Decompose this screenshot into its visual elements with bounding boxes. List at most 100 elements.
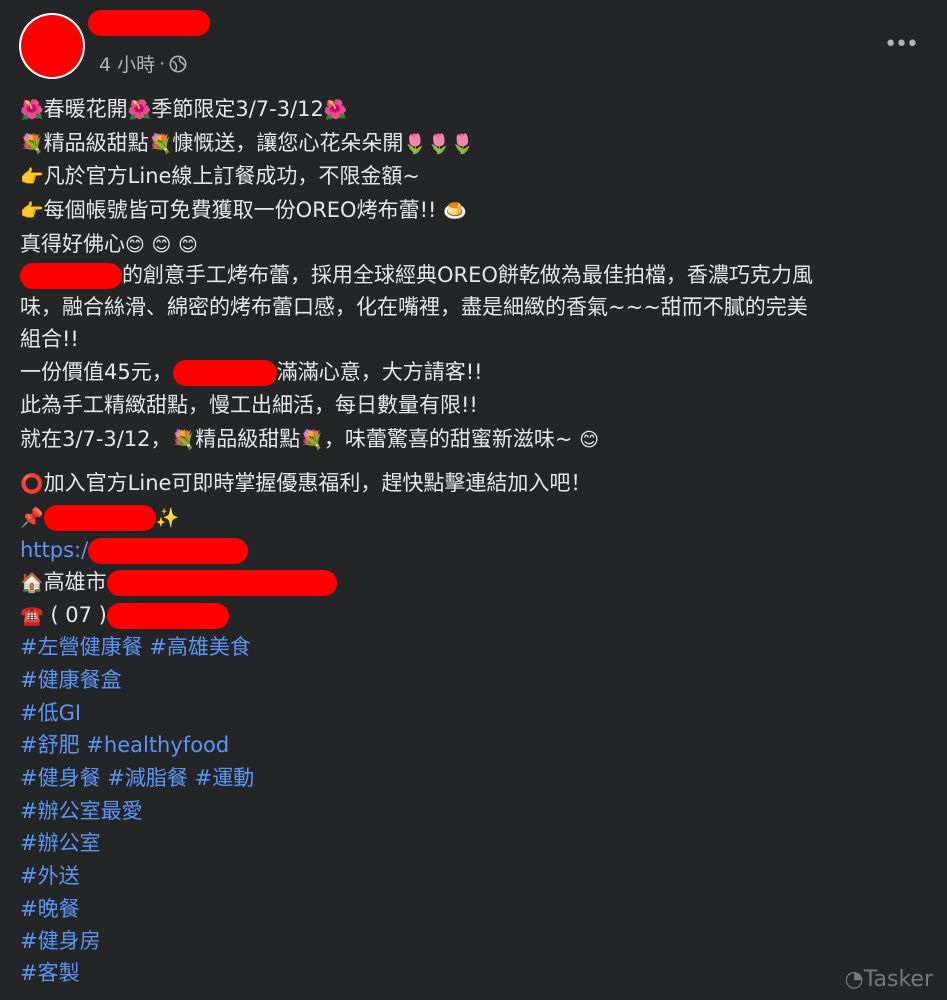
hashtag[interactable]: #晚餐 — [20, 897, 80, 921]
hashtag-line: #舒肥 #healthyfood — [20, 730, 229, 760]
hashtag[interactable]: #舒肥 — [20, 733, 80, 757]
line-text: ，味蕾驚喜的甜蜜新滋味~ — [323, 427, 573, 451]
post-meta: 4 小時 · — [99, 50, 187, 77]
post-line: 就在3/7-3/12，💐精品級甜點💐，味蕾驚喜的甜蜜新滋味~ 😊 — [20, 424, 599, 455]
hashtag[interactable]: #減脂餐 — [107, 766, 188, 790]
post-line: https:/ — [20, 535, 249, 565]
author-name-redacted[interactable] — [88, 10, 210, 36]
hashtag[interactable]: #客製 — [20, 961, 80, 985]
hashtag[interactable]: #高雄美食 — [149, 635, 251, 659]
tulip-icon: 🌷 — [427, 133, 451, 155]
hibiscus-icon: 🌺 — [127, 99, 152, 121]
phone-text: ( 07 ) — [50, 603, 107, 627]
line-text: 慷慨送，讓您心花朵朵開 — [172, 131, 404, 155]
hashtag[interactable]: #健康餐盒 — [20, 668, 122, 692]
post-line: 🌺春暖花開🌺季節限定3/7-3/12🌺 — [20, 94, 348, 125]
line-text: 凡於官方Line線上訂餐成功，不限金額~ — [43, 164, 421, 188]
hashtag-line: #健身房 — [20, 926, 101, 956]
line-text: 味，融合絲滑、綿密的烤布蕾口感，化在嘴裡，盡是細緻的香氣~~~甜而不膩的完美 — [20, 295, 808, 319]
post-line: 🏠高雄市 — [20, 567, 337, 598]
watermark-text: Tasker — [863, 967, 933, 992]
redacted-link[interactable] — [88, 538, 249, 564]
bouquet-icon: 💐 — [148, 133, 173, 155]
hashtag[interactable]: #healthyfood — [86, 733, 229, 757]
meta-separator: · — [159, 52, 166, 75]
smiling-face-icon: 😊 — [178, 234, 198, 256]
line-text: 滿滿心意，大方請客!! — [276, 360, 483, 384]
hashtag-line: #健身餐 #減脂餐 #運動 — [20, 763, 254, 793]
tulip-icon: 🌷 — [403, 133, 428, 155]
smiling-face-icon: 😊 — [579, 429, 599, 451]
line-text: 季節限定3/7-3/12 — [151, 97, 324, 121]
redacted-text — [172, 360, 277, 386]
post-line: 👉每個帳號皆可免費獲取一份OREO烤布蕾!! 🍮 — [20, 195, 467, 226]
post-line: 💐精品級甜點💐慷慨送，讓您心花朵朵開🌷🌷🌷 — [20, 128, 474, 159]
line-link[interactable]: https:/ — [20, 538, 88, 562]
post-line: ☎️ ( 07 ) — [20, 600, 229, 631]
hashtag-line: #辦公室 — [20, 828, 101, 858]
line-text: 加入官方Line可即時掌握優惠福利，趕快點擊連結加入吧！ — [43, 471, 592, 495]
line-text: 組合!! — [20, 327, 79, 351]
smiling-face-icon: 😊 — [151, 234, 172, 256]
watermark: ◔Tasker — [845, 967, 933, 992]
custard-icon: 🍮 — [443, 200, 467, 222]
post-line: 此為手工精緻甜點，慢工出細活，每日數量有限!! — [20, 390, 478, 420]
hibiscus-icon: 🌺 — [20, 99, 44, 121]
smiling-face-icon: 😊 — [125, 234, 145, 256]
post-line: 一份價值45元， 滿滿心意，大方請客!! — [20, 357, 483, 387]
more-options-icon[interactable]: ••• — [884, 32, 919, 57]
hashtag[interactable]: #辦公室最愛 — [20, 799, 143, 823]
hashtag-line: #晚餐 — [20, 894, 80, 924]
hollow-red-circle-icon: ⭕ — [20, 473, 44, 495]
line-text: 春暖花開 — [43, 97, 128, 121]
pointing-right-icon: 👉 — [20, 166, 44, 188]
redacted-text — [43, 505, 156, 531]
post-line: 真得好佛心😊 😊 😊 — [20, 229, 198, 260]
pushpin-icon: 📌 — [20, 507, 44, 529]
tasker-logo-icon: ◔ — [844, 967, 864, 992]
hashtag-line: #辦公室最愛 — [20, 796, 143, 826]
telephone-icon: ☎️ — [20, 605, 44, 627]
address-text: 高雄市 — [43, 570, 107, 594]
bouquet-icon: 💐 — [300, 429, 324, 451]
redacted-text — [106, 570, 337, 596]
post-line: 👉凡於官方Line線上訂餐成功，不限金額~ — [20, 161, 420, 192]
line-text: 真得好佛心 — [20, 232, 125, 256]
hashtag[interactable]: #健身房 — [20, 929, 101, 953]
tulip-icon: 🌷 — [450, 133, 475, 155]
hibiscus-icon: 🌺 — [323, 99, 348, 121]
house-icon: 🏠 — [20, 572, 44, 594]
redacted-text — [20, 263, 122, 289]
hashtag-line: #外送 — [20, 861, 80, 891]
hashtag[interactable]: #健身餐 — [20, 766, 101, 790]
line-text: 精品級甜點 — [43, 131, 149, 155]
post-timestamp[interactable]: 4 小時 — [99, 50, 155, 77]
hashtag-line: #客製 — [20, 958, 80, 988]
post-line: 味，融合絲滑、綿密的烤布蕾口感，化在嘴裡，盡是細緻的香氣~~~甜而不膩的完美 — [20, 292, 808, 322]
sparkles-icon: ✨ — [155, 507, 180, 529]
bouquet-icon: 💐 — [20, 133, 44, 155]
hashtag-line: #左營健康餐 #高雄美食 — [20, 632, 251, 662]
hashtag[interactable]: #左營健康餐 — [20, 635, 143, 659]
line-text: 精品級甜點 — [195, 427, 301, 451]
line-text: 此為手工精緻甜點，慢工出細活，每日數量有限!! — [20, 393, 478, 417]
post-line: 📌 ✨ — [20, 502, 179, 533]
line-text: 一份價值45元， — [20, 360, 173, 384]
avatar[interactable] — [19, 13, 85, 79]
line-text: 的創意手工烤布蕾，採用全球經典OREO餅乾做為最佳拍檔，香濃巧克力風 — [122, 263, 813, 287]
hashtag[interactable]: #外送 — [20, 864, 80, 888]
hashtag[interactable]: #運動 — [195, 766, 255, 790]
hashtag[interactable]: #辦公室 — [20, 831, 101, 855]
globe-icon — [169, 55, 187, 72]
facebook-post: 4 小時 · ••• 🌺春暖花開🌺季節限定3/7-3/12🌺 💐精品級甜點💐慷慨… — [0, 0, 947, 1000]
redacted-text — [106, 603, 229, 629]
post-line: ⭕加入官方Line可即時掌握優惠福利，趕快點擊連結加入吧！ — [20, 468, 591, 499]
post-line: 的創意手工烤布蕾，採用全球經典OREO餅乾做為最佳拍檔，香濃巧克力風 — [20, 260, 813, 290]
bouquet-icon: 💐 — [171, 429, 196, 451]
post-line: 組合!! — [20, 324, 79, 354]
pointing-right-icon: 👉 — [20, 200, 44, 222]
line-text: 就在3/7-3/12， — [20, 427, 172, 451]
line-text: 每個帳號皆可免費獲取一份OREO烤布蕾!! — [43, 198, 437, 222]
hashtag[interactable]: #低GI — [20, 701, 81, 725]
hashtag-line: #健康餐盒 — [20, 665, 122, 695]
